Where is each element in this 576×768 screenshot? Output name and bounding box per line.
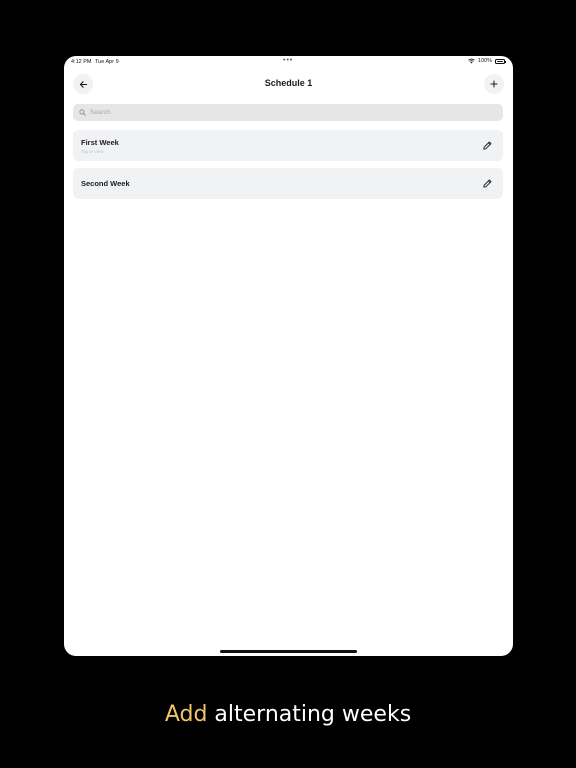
battery-icon bbox=[495, 58, 506, 64]
app-window: 4:12 PM Tue Apr 9 ••• 100% Schedule 1 Se… bbox=[64, 56, 513, 656]
list-item-title: Second Week bbox=[81, 179, 130, 188]
search-bar[interactable] bbox=[73, 104, 503, 121]
page-title: Schedule 1 bbox=[264, 78, 313, 88]
status-indicators: 100% bbox=[468, 58, 506, 64]
home-indicator[interactable] bbox=[220, 650, 357, 653]
promo-caption: Add alternating weeks bbox=[0, 702, 576, 727]
search-icon bbox=[79, 109, 86, 116]
list-item-title: First Week bbox=[81, 138, 119, 147]
wifi-icon bbox=[468, 58, 475, 64]
plus-icon bbox=[490, 80, 498, 88]
battery-percent: 100% bbox=[477, 58, 492, 64]
edit-pencil-icon[interactable] bbox=[482, 178, 493, 189]
search-input[interactable] bbox=[90, 109, 470, 116]
status-date: Tue Apr 9 bbox=[95, 59, 119, 65]
navigation-bar: Schedule 1 bbox=[64, 72, 513, 96]
add-week-button[interactable] bbox=[484, 74, 504, 94]
caption-text: alternating weeks bbox=[207, 702, 412, 727]
list-item-subtitle: Tap to view bbox=[81, 149, 104, 154]
multitasking-dots-icon[interactable]: ••• bbox=[283, 57, 293, 64]
caption-accent: Add bbox=[164, 702, 208, 727]
status-time: 4:12 PM bbox=[71, 59, 92, 65]
status-bar: 4:12 PM Tue Apr 9 ••• 100% bbox=[64, 56, 513, 68]
list-item-second-week[interactable]: Second Week bbox=[73, 168, 503, 199]
edit-pencil-icon[interactable] bbox=[482, 140, 493, 151]
list-item-first-week[interactable]: First Week Tap to view bbox=[73, 130, 503, 161]
